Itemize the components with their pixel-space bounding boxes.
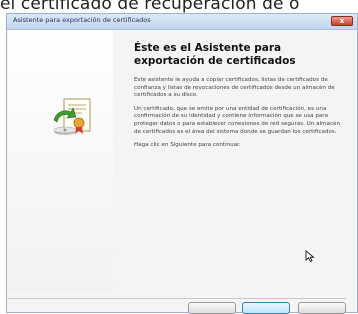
- wizard-content: Éste es el Asistente para exportación de…: [134, 36, 344, 156]
- cancel-button[interactable]: [298, 302, 346, 314]
- close-icon: x: [339, 17, 345, 25]
- back-button[interactable]: [188, 302, 236, 314]
- next-button[interactable]: [242, 302, 290, 314]
- certificate-export-icon: [53, 98, 91, 135]
- mouse-cursor-icon: [305, 250, 315, 262]
- footer-divider: [6, 298, 346, 299]
- close-button[interactable]: x: [331, 16, 353, 26]
- intro-paragraph: Este asistente le ayuda a copiar certifi…: [134, 77, 335, 99]
- export-wizard-dialog: Asistente para exportación de certificad…: [6, 13, 358, 313]
- title-bar[interactable]: Asistente para exportación de certificad…: [7, 14, 357, 30]
- continue-instruction: Haga clic en Siguiente para continuar.: [134, 142, 241, 149]
- wizard-heading: Éste es el Asistente para exportación de…: [134, 42, 296, 67]
- certificate-explanation-paragraph: Un certificado, que se emite por una ent…: [134, 105, 341, 135]
- dialog-title: Asistente para exportación de certificad…: [13, 16, 151, 24]
- wizard-side-panel: [8, 30, 113, 292]
